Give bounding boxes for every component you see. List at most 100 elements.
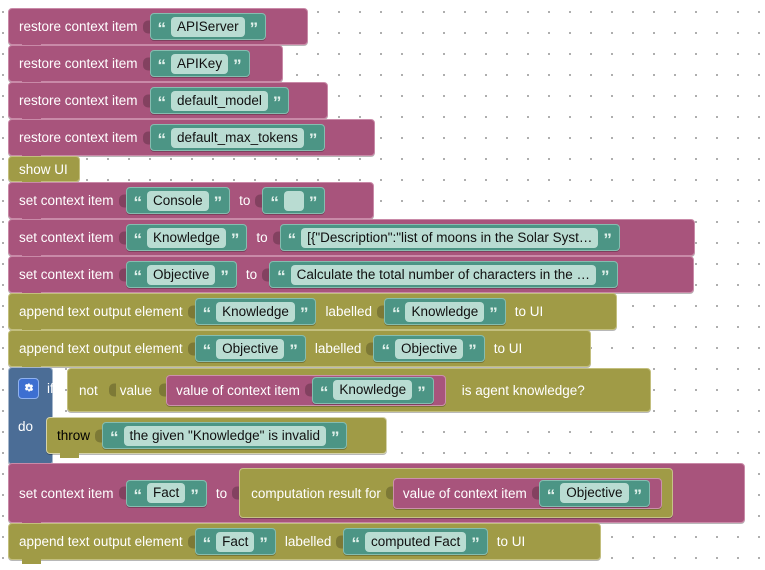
- block-restore-context-item-apikey[interactable]: restore context item “ APIKey ”: [8, 45, 283, 86]
- text-field[interactable]: default_max_tokens: [171, 127, 304, 148]
- reporter-label: computation result for: [251, 485, 381, 501]
- value-socket[interactable]: “ default_model ”: [149, 87, 290, 114]
- value-socket[interactable]: “ APIKey ”: [149, 50, 250, 77]
- text-field[interactable]: Knowledge: [405, 301, 485, 322]
- block-throw[interactable]: throw “ the given "Knowledge" is invalid…: [46, 417, 387, 458]
- text-reporter[interactable]: “ Knowledge ”: [125, 224, 248, 251]
- name-socket[interactable]: “ Knowledge ”: [125, 224, 248, 251]
- to-label: to: [245, 267, 258, 282]
- text-reporter[interactable]: “ Fact ”: [194, 528, 276, 555]
- gear-icon[interactable]: [18, 377, 39, 399]
- block-label: restore context item: [19, 56, 138, 71]
- quote-close-icon: ”: [230, 230, 240, 249]
- text-field[interactable]: Calculate the total number of characters…: [290, 264, 596, 285]
- block-label: append text output element: [19, 304, 183, 319]
- text-reporter[interactable]: “ Console ”: [125, 187, 231, 214]
- message-socket[interactable]: “ the given "Knowledge" is invalid ”: [102, 422, 348, 449]
- predicate-socket[interactable]: value: [116, 383, 155, 398]
- text-field[interactable]: [{"Description":"list of moons in the So…: [301, 227, 599, 248]
- block-set-context-item-objective[interactable]: set context item “ Objective ” to “ Calc…: [8, 256, 694, 297]
- text-reporter[interactable]: “ Objective ”: [125, 261, 237, 288]
- computation-socket[interactable]: computation result for value of context …: [239, 468, 673, 518]
- text-field[interactable]: Knowledge: [216, 301, 295, 322]
- value-socket[interactable]: “ default_max_tokens ”: [149, 124, 326, 151]
- label-socket[interactable]: “ Objective ”: [373, 335, 485, 362]
- text-field[interactable]: Fact: [216, 531, 255, 552]
- block-append-text-output-fact[interactable]: append text output element “ Fact ” labe…: [8, 523, 601, 564]
- text-reporter[interactable]: “ Knowledge ”: [311, 376, 434, 404]
- block-set-context-item-knowledge[interactable]: set context item “ Knowledge ” to “ [{"D…: [8, 219, 695, 260]
- text-reporter[interactable]: “ Calculate the total number of characte…: [269, 261, 618, 288]
- value-socket[interactable]: “ [{"Description":"list of moons in the …: [279, 224, 620, 251]
- block-restore-context-item-default-model[interactable]: restore context item “ default_model ”: [8, 82, 328, 123]
- text-reporter[interactable]: “ default_model ”: [149, 87, 290, 114]
- element-socket[interactable]: “ Fact ”: [194, 528, 276, 555]
- reporter-label: value of context item: [176, 382, 300, 398]
- text-field[interactable]: default_model: [171, 90, 268, 111]
- text-field[interactable]: [283, 190, 304, 211]
- text-field[interactable]: Objective: [394, 338, 464, 359]
- block-show-ui[interactable]: show UI: [8, 156, 80, 186]
- text-field[interactable]: Fact: [147, 483, 186, 503]
- quote-open-icon: “: [133, 267, 143, 286]
- quote-close-icon: ”: [259, 534, 268, 553]
- element-socket[interactable]: “ Knowledge ”: [194, 298, 317, 325]
- quote-close-icon: ”: [601, 267, 610, 286]
- text-reporter[interactable]: “ [{"Description":"list of moons in the …: [279, 224, 620, 251]
- value-socket[interactable]: “ Objective ”: [538, 479, 650, 507]
- block-restore-context-item-apiserver[interactable]: restore context item “ APIServer ”: [8, 8, 308, 49]
- text-field[interactable]: the given "Knowledge" is invalid: [123, 425, 326, 446]
- text-reporter[interactable]: “ Objective ”: [373, 335, 485, 362]
- text-reporter[interactable]: “ ”: [262, 187, 326, 214]
- text-reporter[interactable]: “ APIServer ”: [149, 13, 267, 40]
- text-field[interactable]: Knowledge: [147, 227, 226, 248]
- text-reporter[interactable]: “ Knowledge ”: [383, 298, 506, 325]
- text-field[interactable]: APIKey: [171, 53, 229, 74]
- if-label: if: [47, 380, 54, 396]
- text-field[interactable]: Knowledge: [333, 380, 413, 400]
- text-reporter[interactable]: “ APIKey ”: [149, 50, 250, 77]
- block-set-context-item-console[interactable]: set context item “ Console ” to “ ”: [8, 182, 374, 223]
- block-restore-context-item-default-max-tokens[interactable]: restore context item “ default_max_token…: [8, 119, 375, 160]
- element-socket[interactable]: “ Objective ”: [194, 335, 306, 362]
- value-socket[interactable]: “ ”: [262, 187, 326, 214]
- context-item-socket[interactable]: value of context item “ Knowledge ”: [166, 374, 446, 406]
- label-socket[interactable]: “ computed Fact ”: [343, 528, 488, 555]
- quote-close-icon: ”: [299, 304, 309, 323]
- quote-open-icon: “: [133, 485, 143, 505]
- text-reporter[interactable]: “ the given "Knowledge" is invalid ”: [102, 422, 348, 449]
- label-socket[interactable]: “ Knowledge ”: [383, 298, 506, 325]
- text-reporter[interactable]: “ Objective ”: [194, 335, 306, 362]
- text-reporter[interactable]: “ default_max_tokens ”: [149, 124, 326, 151]
- text-reporter[interactable]: “ Fact ”: [125, 479, 207, 507]
- to-label: to: [215, 485, 228, 501]
- reporter-value-of-context-item[interactable]: value of context item “ Objective ”: [392, 477, 662, 509]
- context-item-socket[interactable]: value of context item “ Objective ”: [392, 477, 662, 509]
- text-field[interactable]: computed Fact: [364, 531, 467, 552]
- text-field[interactable]: Console: [147, 190, 209, 211]
- block-append-text-output-knowledge[interactable]: append text output element “ Knowledge ”…: [8, 293, 617, 334]
- value-socket[interactable]: “ Calculate the total number of characte…: [269, 261, 618, 288]
- block-append-text-output-objective[interactable]: append text output element “ Objective ”…: [8, 330, 591, 371]
- text-reporter[interactable]: “ computed Fact ”: [343, 528, 488, 555]
- block-workspace[interactable]: restore context item “ APIServer ” resto…: [0, 0, 765, 570]
- quote-open-icon: “: [157, 19, 167, 38]
- reporter-not[interactable]: not value value of context item “ Knowle…: [67, 368, 651, 412]
- name-socket[interactable]: “ Objective ”: [125, 261, 237, 288]
- text-reporter[interactable]: “ Knowledge ”: [194, 298, 317, 325]
- text-reporter[interactable]: “ Objective ”: [538, 479, 650, 507]
- if-header-row: if: [9, 368, 54, 408]
- quote-close-icon: ”: [603, 230, 612, 249]
- text-field[interactable]: Objective: [560, 483, 629, 503]
- name-socket[interactable]: “ Console ”: [125, 187, 231, 214]
- value-socket[interactable]: “ Knowledge ”: [311, 376, 434, 404]
- text-field[interactable]: Objective: [147, 264, 216, 285]
- text-field[interactable]: Objective: [216, 338, 285, 359]
- text-field[interactable]: APIServer: [171, 16, 245, 37]
- quote-close-icon: ”: [190, 485, 199, 505]
- name-socket[interactable]: “ Fact ”: [125, 479, 207, 507]
- block-set-context-item-fact[interactable]: set context item “ Fact ” to computation…: [8, 463, 745, 527]
- reporter-computation-result[interactable]: computation result for value of context …: [239, 468, 673, 518]
- reporter-value-of-context-item[interactable]: value of context item “ Knowledge ”: [166, 374, 446, 406]
- value-socket[interactable]: “ APIServer ”: [149, 13, 267, 40]
